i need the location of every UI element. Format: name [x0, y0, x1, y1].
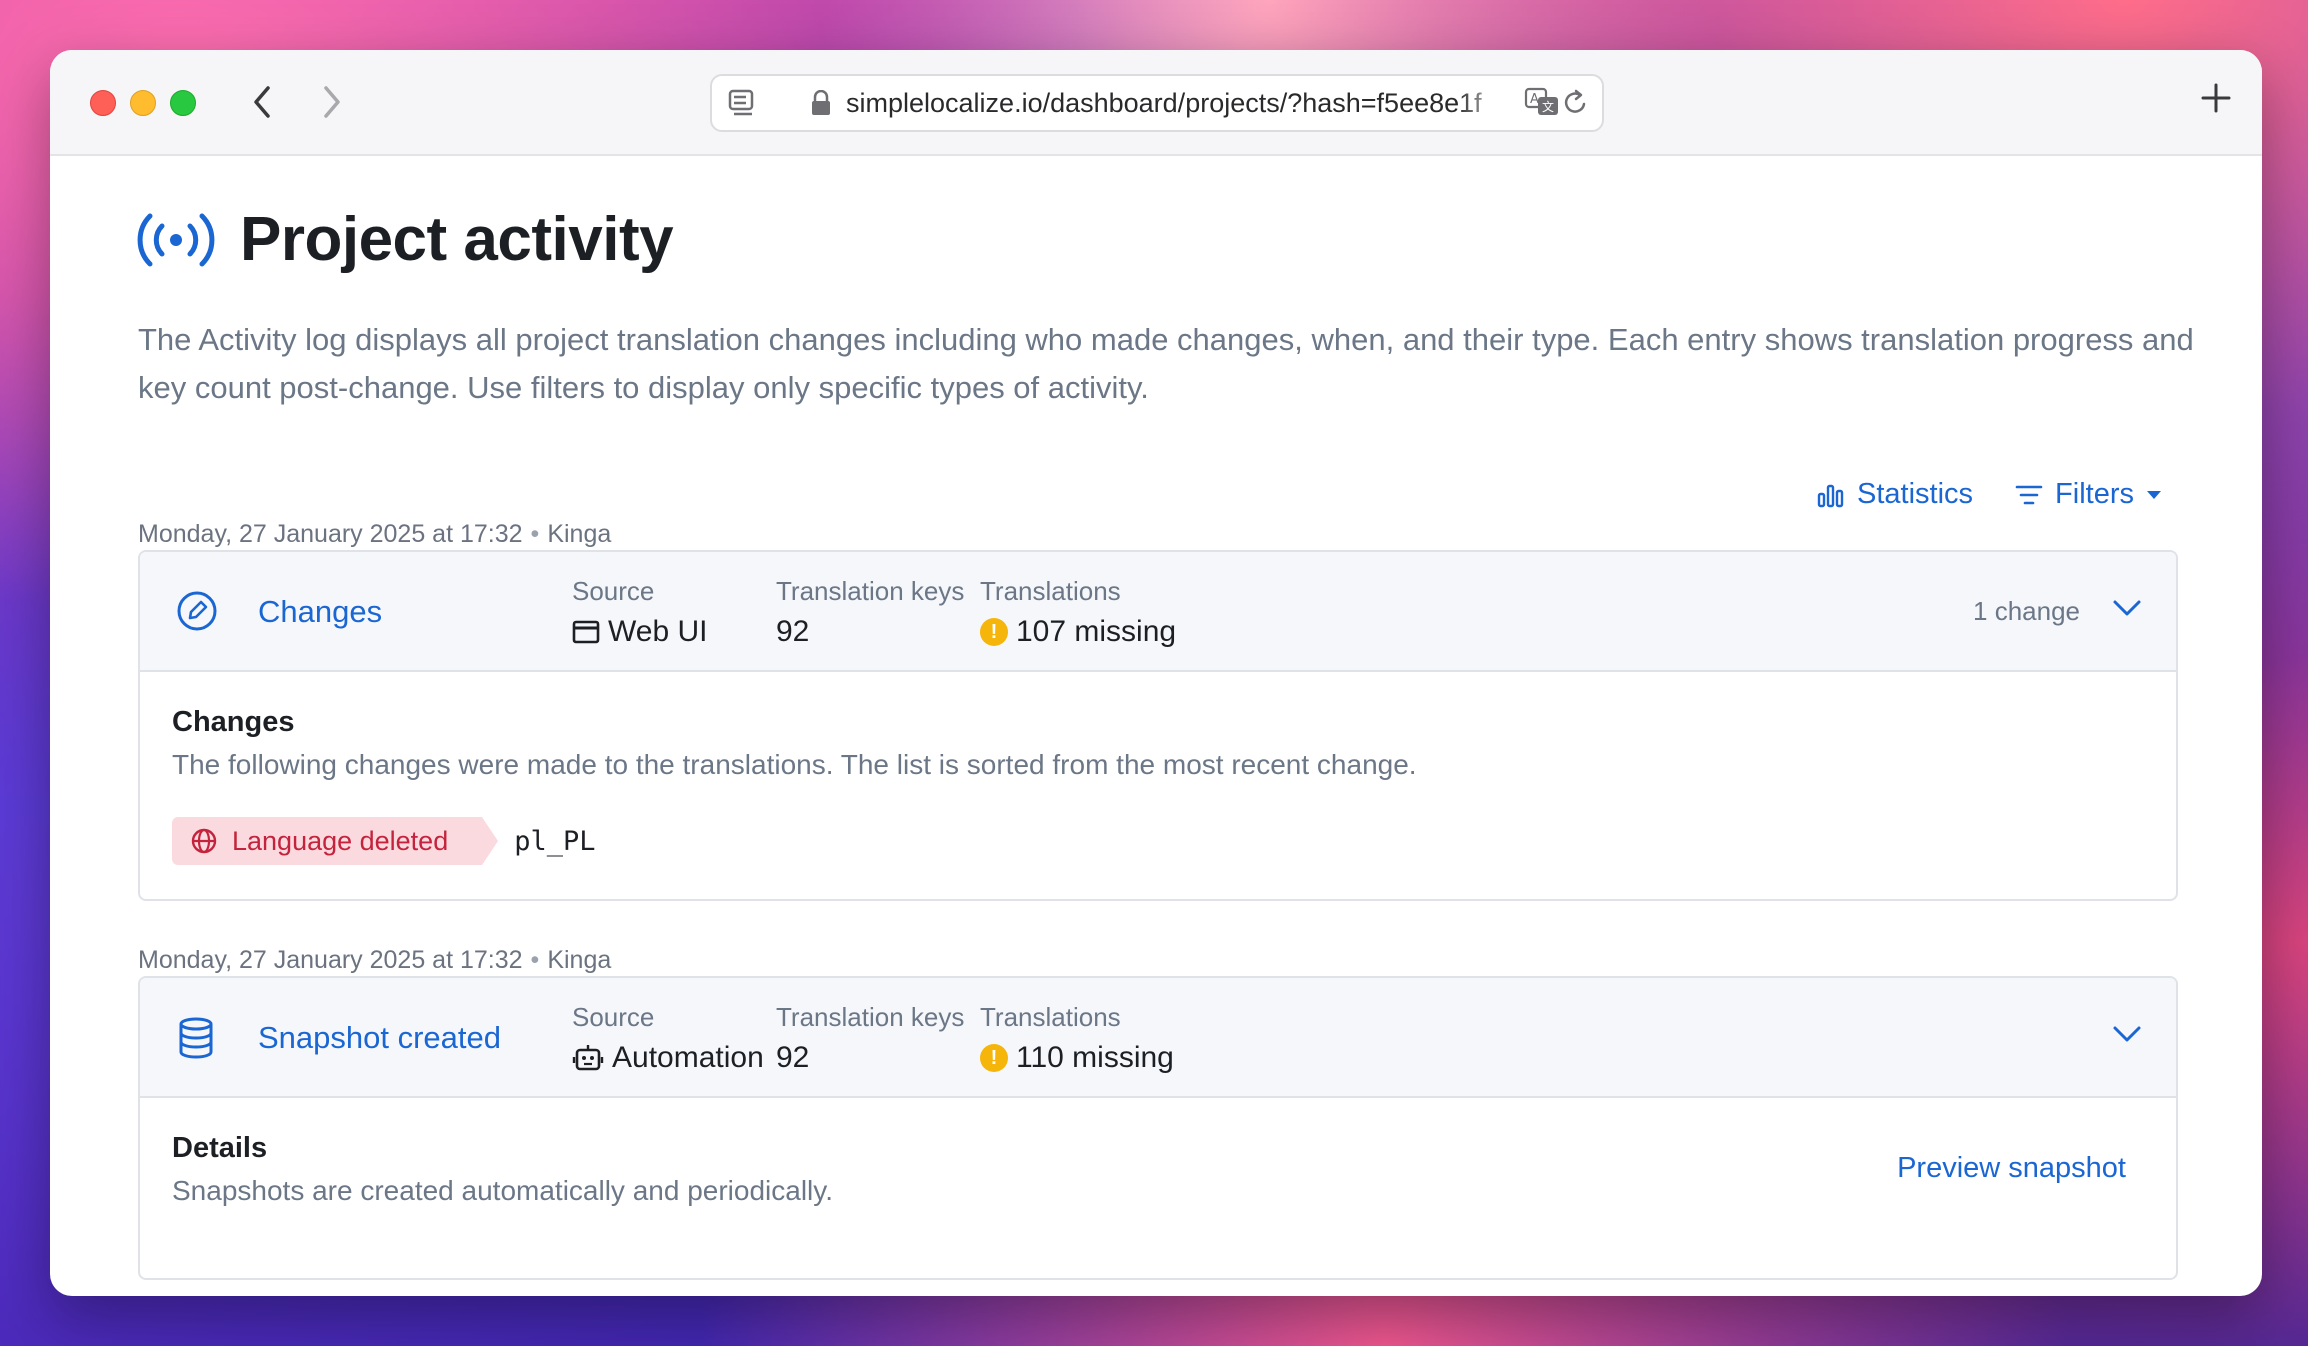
- statistics-button[interactable]: Statistics: [1817, 478, 1973, 511]
- translations-text: 110 missing: [1016, 1041, 1174, 1074]
- svg-text:文: 文: [1542, 99, 1554, 114]
- chevron-down-icon[interactable]: [2112, 1024, 2142, 1044]
- source-label: Source: [572, 1002, 655, 1032]
- activity-card-body: Details Snapshots are created automatica…: [140, 1098, 2176, 1241]
- activity-title[interactable]: Snapshot created: [258, 1020, 501, 1056]
- entry-date: Monday, 27 January 2025 at 17:32: [138, 520, 523, 548]
- minimize-window-button[interactable]: [130, 90, 156, 116]
- body-description: The following changes were made to the t…: [172, 749, 1417, 780]
- entry-user: Kinga: [547, 520, 612, 548]
- filter-icon: [2015, 485, 2043, 504]
- chevron-down-icon[interactable]: [2112, 598, 2142, 618]
- change-tag-label: Language deleted: [232, 825, 449, 856]
- source-text: Automation: [612, 1041, 764, 1074]
- translations-value: ! 107 missing: [980, 615, 1176, 649]
- edit-circle-icon: [177, 591, 217, 631]
- body-title: Changes: [172, 706, 295, 738]
- warning-icon: !: [980, 618, 1008, 646]
- keys-column: Translation keys 92: [776, 1002, 964, 1075]
- change-count: 1 change: [1973, 596, 2080, 626]
- separator-dot: •: [530, 946, 540, 974]
- reload-icon[interactable]: [1562, 88, 1590, 118]
- page-title: Project activity: [240, 205, 674, 274]
- entry-date: Monday, 27 January 2025 at 17:32: [138, 946, 523, 974]
- change-item: Language deleted pl_PL: [172, 817, 2144, 865]
- broadcast-icon: [137, 213, 215, 266]
- bar-chart-icon: [1817, 484, 1844, 507]
- caret-down-icon: [2147, 490, 2161, 499]
- source-column: Source Automation: [572, 1002, 764, 1075]
- language-code: pl_PL: [514, 825, 596, 857]
- close-window-button[interactable]: [90, 90, 116, 116]
- source-label: Source: [572, 576, 655, 606]
- keys-value: 92: [776, 615, 810, 648]
- activity-card-changes: Changes Source Web UI Translation keys 9…: [138, 550, 2178, 901]
- language-deleted-badge: Language deleted: [172, 817, 499, 865]
- new-tab-plus-icon[interactable]: [2200, 82, 2232, 114]
- translations-value: ! 110 missing: [980, 1041, 1174, 1075]
- separator-dot: •: [530, 520, 540, 548]
- keys-label: Translation keys: [776, 1002, 965, 1032]
- globe-icon: [191, 828, 217, 854]
- chevron-left-icon: [254, 86, 270, 118]
- activity-card-body: Changes The following changes were made …: [140, 672, 2176, 899]
- page-menu-icon[interactable]: [728, 89, 758, 117]
- database-icon: [179, 1017, 213, 1059]
- keys-column: Translation keys 92: [776, 576, 964, 649]
- statistics-label: Statistics: [1857, 478, 1974, 510]
- entry-meta: Monday, 27 January 2025 at 17:32 • Kinga: [138, 946, 611, 975]
- page-content: Project activity The Activity log displa…: [50, 156, 2262, 1296]
- keys-value: 92: [776, 1041, 810, 1074]
- source-text: Web UI: [608, 615, 708, 648]
- translate-icon[interactable]: A 文: [1524, 86, 1560, 118]
- chevron-right-icon: [324, 86, 340, 118]
- body-title: Details: [172, 1132, 268, 1164]
- forward-button[interactable]: [310, 80, 354, 124]
- robot-icon: [572, 1045, 604, 1071]
- source-value: Web UI: [572, 615, 707, 649]
- activity-actions: Statistics Filters: [1775, 478, 2162, 511]
- entry-user: Kinga: [547, 946, 612, 974]
- translations-column: Translations ! 107 missing: [980, 576, 1176, 649]
- page-header: Project activity: [136, 204, 674, 275]
- browser-toolbar: simplelocalize.io/dashboard/projects/?ha…: [50, 50, 2262, 156]
- keys-label: Translation keys: [776, 576, 965, 606]
- browser-window: simplelocalize.io/dashboard/projects/?ha…: [50, 50, 2262, 1296]
- filters-button[interactable]: Filters: [2015, 478, 2162, 511]
- source-column: Source Web UI: [572, 576, 707, 649]
- activity-title[interactable]: Changes: [258, 594, 382, 630]
- preview-snapshot-link[interactable]: Preview snapshot: [1897, 1152, 2126, 1185]
- body-description: Snapshots are created automatically and …: [172, 1175, 833, 1206]
- activity-card-header[interactable]: Changes Source Web UI Translation keys 9…: [140, 552, 2176, 672]
- activity-card-header[interactable]: Snapshot created Source Automation Trans…: [140, 978, 2176, 1098]
- translations-label: Translations: [980, 1002, 1121, 1032]
- source-value: Automation: [572, 1041, 764, 1075]
- page-description: The Activity log displays all project tr…: [138, 322, 2194, 405]
- entry-meta: Monday, 27 January 2025 at 17:32 • Kinga: [138, 520, 611, 549]
- warning-icon: !: [980, 1044, 1008, 1072]
- translations-text: 107 missing: [1016, 615, 1177, 648]
- browser-window-icon: [572, 620, 600, 644]
- svg-text:A: A: [1530, 92, 1539, 107]
- filters-label: Filters: [2055, 478, 2134, 510]
- address-bar[interactable]: simplelocalize.io/dashboard/projects/?ha…: [710, 74, 1604, 132]
- lock-icon: [812, 90, 830, 115]
- activity-card-snapshot: Snapshot created Source Automation Trans…: [138, 976, 2178, 1280]
- translations-label: Translations: [980, 576, 1121, 606]
- translations-column: Translations ! 110 missing: [980, 1002, 1174, 1075]
- maximize-window-button[interactable]: [170, 90, 196, 116]
- url-text[interactable]: simplelocalize.io/dashboard/projects/?ha…: [846, 88, 1510, 118]
- back-button[interactable]: [240, 80, 284, 124]
